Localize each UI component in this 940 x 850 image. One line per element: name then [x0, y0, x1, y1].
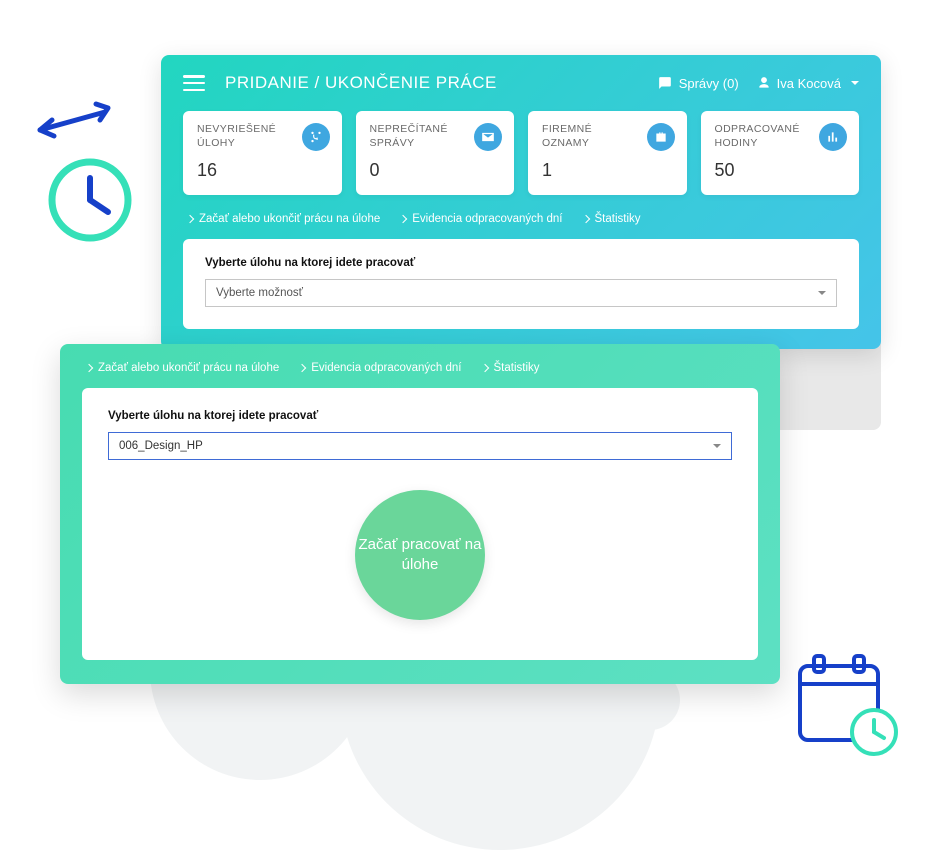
panel-label: Vyberte úlohu na ktorej idete pracovať — [108, 410, 732, 422]
crumb-evidence[interactable]: Evidencia odpracovaných dní — [299, 362, 461, 374]
messages-link[interactable]: Správy (0) — [657, 76, 739, 91]
stat-label: NEVYRIEŠENÉ ÚLOHY — [197, 123, 297, 150]
chevron-right-icon — [583, 213, 589, 225]
main-card: PRIDANIE / UKONČENIE PRÁCE Správy (0) Iv… — [161, 55, 881, 349]
person-icon — [757, 76, 771, 90]
stat-label: ODPRACOVANÉ HODINY — [715, 123, 815, 150]
messages-label: Správy (0) — [679, 76, 739, 91]
menu-icon[interactable] — [183, 75, 205, 91]
task-select-panel: Vyberte úlohu na ktorej idete pracovať V… — [183, 239, 859, 329]
crumb-evidence[interactable]: Evidencia odpracovaných dní — [400, 213, 562, 225]
crumb-label: Evidencia odpracovaných dní — [311, 362, 461, 374]
stat-value: 0 — [370, 160, 501, 181]
chart-icon — [819, 123, 847, 151]
crumb-label: Začať alebo ukončiť prácu na úlohe — [98, 362, 279, 374]
chevron-right-icon — [482, 362, 488, 374]
user-menu[interactable]: Iva Kocová — [757, 76, 859, 91]
stats-row: NEVYRIEŠENÉ ÚLOHY 16 NEPREČÍTANÉ SPRÁVY … — [161, 111, 881, 195]
stat-value: 50 — [715, 160, 846, 181]
task-select-active[interactable]: 006_Design_HP — [108, 432, 732, 460]
user-name: Iva Kocová — [777, 76, 841, 91]
crumb-stats[interactable]: Štatistiky — [583, 213, 641, 225]
calendar-clock-icon — [792, 650, 902, 760]
chevron-right-icon — [299, 362, 305, 374]
stat-tile-announcements[interactable]: FIREMNÉ OZNAMY 1 — [528, 111, 687, 195]
chat-icon — [657, 76, 673, 90]
start-work-label: Začať pracovať na úlohe — [355, 535, 485, 576]
stat-tile-tasks[interactable]: NEVYRIEŠENÉ ÚLOHY 16 — [183, 111, 342, 195]
branch-icon — [302, 123, 330, 151]
crumb-work[interactable]: Začať alebo ukončiť prácu na úlohe — [187, 213, 380, 225]
stat-label: FIREMNÉ OZNAMY — [542, 123, 642, 150]
panel-label: Vyberte úlohu na ktorej idete pracovať — [205, 257, 837, 269]
task-action-panel: Vyberte úlohu na ktorej idete pracovať 0… — [82, 388, 758, 660]
crumb-stats[interactable]: Štatistiky — [482, 362, 540, 374]
chevron-right-icon — [187, 213, 193, 225]
start-work-button[interactable]: Začať pracovať na úlohe — [355, 490, 485, 620]
chevron-right-icon — [400, 213, 406, 225]
topbar: PRIDANIE / UKONČENIE PRÁCE Správy (0) Iv… — [161, 55, 881, 111]
stat-tile-messages[interactable]: NEPREČÍTANÉ SPRÁVY 0 — [356, 111, 515, 195]
select-placeholder: Vyberte možnosť — [216, 287, 303, 299]
clock-swap-icon — [30, 100, 150, 250]
breadcrumb: Začať alebo ukončiť prácu na úlohe Evide… — [161, 195, 881, 239]
breadcrumb: Začať alebo ukončiť prácu na úlohe Evide… — [60, 344, 780, 388]
secondary-card: Začať alebo ukončiť prácu na úlohe Evide… — [60, 344, 780, 684]
crumb-label: Začať alebo ukončiť prácu na úlohe — [199, 213, 380, 225]
stat-label: NEPREČÍTANÉ SPRÁVY — [370, 123, 470, 150]
crumb-label: Štatistiky — [494, 362, 540, 374]
stat-value: 1 — [542, 160, 673, 181]
page-title: PRIDANIE / UKONČENIE PRÁCE — [225, 73, 497, 93]
chevron-right-icon — [86, 362, 92, 374]
briefcase-icon — [647, 123, 675, 151]
crumb-work[interactable]: Začať alebo ukončiť prácu na úlohe — [86, 362, 279, 374]
mail-icon — [474, 123, 502, 151]
stat-tile-hours[interactable]: ODPRACOVANÉ HODINY 50 — [701, 111, 860, 195]
crumb-label: Štatistiky — [595, 213, 641, 225]
stat-value: 16 — [197, 160, 328, 181]
crumb-label: Evidencia odpracovaných dní — [412, 213, 562, 225]
task-select[interactable]: Vyberte možnosť — [205, 279, 837, 307]
select-value: 006_Design_HP — [119, 440, 203, 452]
